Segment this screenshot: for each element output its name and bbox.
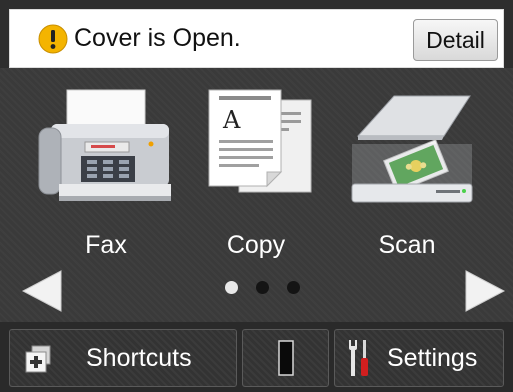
page-dot: [287, 281, 300, 294]
toner-button[interactable]: [242, 329, 329, 387]
status-bar: Cover is Open. Detail: [9, 9, 504, 68]
previous-page-arrow-icon[interactable]: [21, 269, 63, 313]
svg-text:A: A: [222, 106, 241, 134]
page-indicator: [222, 281, 302, 295]
copy-app-button[interactable]: A Copy: [181, 84, 331, 264]
warning-icon: [38, 24, 68, 54]
toner-icon: [278, 340, 294, 376]
page-dot: [256, 281, 269, 294]
fax-label: Fax: [85, 231, 127, 259]
next-page-arrow-icon[interactable]: [464, 269, 506, 313]
fax-icon: [38, 89, 171, 201]
status-message: Cover is Open.: [74, 24, 241, 52]
touchscreen: Cover is Open. Detail Fax A Copy Scan Sh…: [0, 0, 513, 392]
tools-icon: [349, 340, 368, 376]
settings-label: Settings: [387, 344, 478, 372]
shortcuts-label: Shortcuts: [86, 344, 192, 372]
scan-label: Scan: [378, 231, 436, 259]
shortcuts-icon: [25, 345, 51, 373]
page-dot-active: [225, 281, 238, 294]
settings-button[interactable]: Settings: [334, 329, 504, 387]
shortcuts-button[interactable]: Shortcuts: [9, 329, 237, 387]
scan-app-button[interactable]: Scan: [332, 84, 482, 264]
copy-icon: A: [208, 89, 312, 193]
copy-label: Copy: [226, 231, 286, 259]
app-panel: Fax A Copy Scan: [0, 68, 513, 322]
scan-icon: [351, 95, 473, 203]
detail-button[interactable]: Detail: [413, 19, 498, 61]
fax-app-button[interactable]: Fax: [31, 84, 181, 264]
bottom-bar: Shortcuts Settings: [0, 322, 513, 392]
